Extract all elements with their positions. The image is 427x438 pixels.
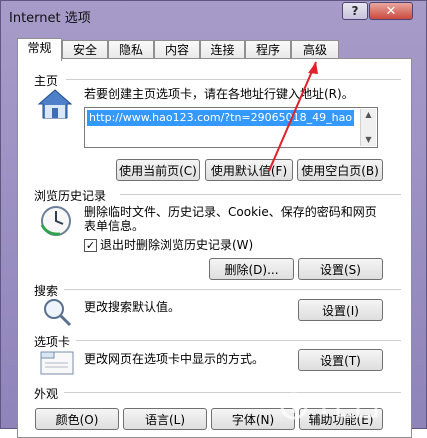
window-title: Internet 选项 [9,11,91,26]
tab-content[interactable]: 内容 [154,40,200,60]
history-settings-button[interactable]: 设置(S) [298,258,383,280]
general-tab-panel: 主页 若要创建主页选项卡，请在各地址行键入地址(R)。 http://www.h… [17,58,412,438]
homepage-url-value[interactable]: http://www.hao123.com/?tn=29065018_49_ha… [87,110,354,126]
colors-button[interactable]: 颜色(O) [35,408,119,430]
appearance-section-title: 外观 [34,387,59,401]
tab-privacy[interactable]: 隐私 [108,40,154,60]
scroll-down-icon[interactable]: ▼ [362,134,375,146]
homepage-url-scrollbar[interactable]: ▲ ▼ [360,109,376,146]
help-button[interactable]: ? [342,2,368,20]
use-current-page-button[interactable]: 使用当前页(C) [116,159,200,181]
history-description-line-2: 表单信息。 [84,219,145,233]
tab-connections[interactable]: 连接 [200,40,245,60]
close-icon: ✕ [385,3,397,19]
tabs-icon [40,351,74,375]
tab-security[interactable]: 安全 [62,40,108,60]
tabs-divider [76,340,401,341]
use-default-button[interactable]: 使用默认值(F) [205,159,293,181]
delete-history-on-exit-checkbox[interactable]: ✓ [84,239,97,252]
internet-options-window: Internet 选项 ? ✕ 常规 安全 隐私 内容 连接 程序 高级 主页 … [0,0,427,438]
delete-history-button[interactable]: 删除(D)... [209,258,294,280]
homepage-section-title: 主页 [34,74,59,88]
languages-button[interactable]: 语言(L) [123,408,207,430]
search-description: 更改搜索默认值。 [84,300,181,314]
homepage-description: 若要创建主页选项卡，请在各地址行键入地址(R)。 [84,87,354,101]
help-icon: ? [351,4,359,18]
clock-icon [40,206,71,236]
watermark-logo [280,392,378,420]
delete-history-on-exit-label: 退出时删除浏览历史记录(W) [100,238,254,252]
tab-general[interactable]: 常规 [17,38,62,61]
use-blank-page-button[interactable]: 使用空白页(B) [297,159,383,181]
magnifier-icon [44,299,72,327]
history-description-line-1: 删除临时文件、历史记录、Cookie、保存的密码和网页 [84,205,377,219]
tabs-description: 更改网页在选项卡中显示的方式。 [84,352,265,366]
title-bar: Internet 选项 ? ✕ [1,1,427,29]
search-divider [64,289,401,290]
history-divider [120,194,401,195]
homepage-divider [66,79,401,80]
history-section-title: 浏览历史记录 [34,189,107,203]
tab-programs[interactable]: 程序 [245,40,291,60]
scroll-up-icon[interactable]: ▲ [362,109,375,121]
house-icon [37,89,73,119]
tabs-settings-button[interactable]: 设置(T) [298,349,383,371]
tabs-section-title: 选项卡 [34,335,71,349]
search-settings-button[interactable]: 设置(I) [298,299,383,321]
homepage-url-textarea[interactable]: http://www.hao123.com/?tn=29065018_49_ha… [84,107,378,148]
close-button[interactable]: ✕ [369,2,413,20]
tab-advanced[interactable]: 高级 [291,40,339,60]
